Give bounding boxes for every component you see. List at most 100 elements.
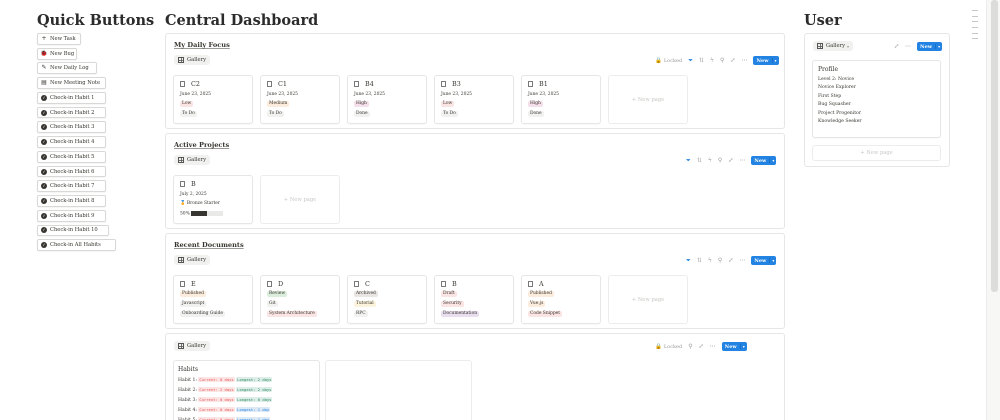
outline-ticks[interactable] (972, 10, 978, 44)
focus-card[interactable]: B3 June 23, 2025 Low To Do (434, 75, 514, 124)
sort-icon[interactable]: ⇅ (697, 257, 702, 264)
projects-toolbar: ⏷ ⇅ ϟ ⚲ ⤢ ⋯ New ▾ (680, 156, 777, 165)
search-icon[interactable]: ⚲ (718, 257, 722, 264)
quick-button[interactable]: ✓ Check-in Habit 7 (37, 180, 107, 193)
expand-icon[interactable]: ⤢ (728, 257, 733, 264)
lightning-icon[interactable]: ϟ (708, 157, 712, 164)
more-icon[interactable]: ⋯ (741, 57, 747, 64)
new-page-card[interactable] (325, 360, 472, 420)
quick-button[interactable]: ✓ Check-in Habit 4 (37, 136, 107, 148)
locked-indicator[interactable]: 🔒 Locked (655, 344, 682, 350)
profile-item: Bug Squasher (818, 102, 851, 108)
chevron-down-icon[interactable]: ▾ (935, 44, 942, 49)
new-page-card[interactable]: + New page (812, 145, 941, 161)
search-icon[interactable]: ⚲ (720, 57, 724, 64)
new-button[interactable]: New ▾ (751, 156, 777, 165)
new-button[interactable]: New ▾ (721, 342, 747, 351)
tech-tag: Tutorial (354, 301, 376, 307)
quick-button[interactable]: ▤ New Meeting Note (37, 77, 107, 89)
gallery-view-tab[interactable]: Gallery (174, 155, 211, 165)
locked-indicator[interactable]: 🔒 Locked (655, 58, 682, 64)
document-card[interactable]: B Draft Security Documentation (434, 275, 514, 324)
card-title: A (528, 280, 544, 288)
project-card[interactable]: B July 2, 2025 🏅 Bronze Starter 50% (173, 175, 253, 224)
lightning-icon[interactable]: ϟ (710, 57, 714, 64)
priority-tag: Low (441, 101, 455, 107)
new-page-card[interactable]: + New page (608, 75, 688, 124)
expand-icon[interactable]: ⤢ (730, 57, 735, 64)
card-title: B3 (441, 80, 461, 88)
focus-card[interactable]: B1 June 23, 2025 High Done (521, 75, 601, 124)
progress-label: 50% (180, 211, 190, 217)
more-icon[interactable]: ⋯ (739, 157, 745, 164)
document-card[interactable]: D Review Git System Architecture (260, 275, 340, 324)
new-button[interactable]: New ▾ (751, 256, 777, 265)
quick-button[interactable]: ✎ New Daily Log (37, 62, 97, 75)
quick-buttons-heading: Quick Buttons (37, 12, 155, 29)
filter-icon[interactable]: ⏷ (686, 157, 691, 164)
more-icon[interactable]: ⋯ (905, 43, 911, 50)
daily-focus-title[interactable]: My Daily Focus (174, 41, 230, 49)
filter-icon[interactable]: ⏷ (686, 257, 691, 264)
profile-item: Project Progenitor (818, 110, 862, 116)
sort-icon[interactable]: ⇅ (697, 157, 702, 164)
quick-button[interactable]: ✓ Check-in Habit 3 (37, 121, 107, 134)
search-icon[interactable]: ⚲ (688, 343, 692, 350)
focus-card[interactable]: B4 June 23, 2025 High Done (347, 75, 427, 124)
documents-toolbar: ⏷ ⇅ ϟ ⚲ ⤢ ⋯ New ▾ (680, 256, 777, 265)
lightning-icon[interactable]: ϟ (708, 257, 712, 264)
new-button[interactable]: New ▾ (917, 42, 943, 51)
recent-documents-title[interactable]: Recent Documents (174, 241, 244, 249)
profile-card[interactable]: Profile Level 2: Novice Novice Explorer Fi… (812, 60, 941, 138)
chevron-down-icon[interactable]: ▾ (739, 344, 747, 349)
new-page-card[interactable]: + New page (260, 175, 340, 224)
chevron-down-icon[interactable]: ▾ (769, 258, 776, 263)
card-line: Done (528, 111, 544, 117)
quick-button[interactable]: ✓ Check-in Habit 10 (37, 224, 110, 237)
new-page-card[interactable]: + New page (608, 275, 688, 324)
search-icon[interactable]: ⚲ (718, 157, 722, 164)
tech-tag: Security (441, 301, 464, 307)
quick-button[interactable]: ✓ Check-in Habit 1 (37, 91, 107, 104)
chevron-down-icon[interactable]: ▾ (769, 158, 776, 163)
habits-card-title: Habits (178, 366, 199, 373)
document-card[interactable]: C Archived Tutorial RPC (347, 275, 427, 324)
new-button[interactable]: New ▾ (753, 56, 779, 65)
expand-icon[interactable]: ⤢ (894, 43, 899, 50)
page-icon (267, 80, 272, 88)
quick-button[interactable]: ✓ Check-in Habit 9 (37, 209, 107, 222)
expand-icon[interactable]: ⤢ (728, 157, 733, 164)
habits-card[interactable]: Habits Habit 1: Current: 0 days Longest:… (173, 360, 320, 420)
document-card[interactable]: A Published Vue.js Code Snippet (521, 275, 601, 324)
more-icon[interactable]: ⋯ (710, 343, 716, 350)
habit-label: Habit 1: (178, 378, 197, 383)
habit-label: Habit 3: (178, 398, 197, 403)
filter-icon[interactable]: ⏷ (688, 57, 693, 64)
focus-card[interactable]: C2 June 23, 2025 Low To Do (173, 75, 253, 124)
habit-row: Habit 3: Current: 0 days Longest: 0 days (178, 397, 273, 403)
gallery-view-tab[interactable]: Gallery (174, 55, 211, 65)
gallery-view-tab[interactable]: Gallery (174, 255, 211, 265)
scrollbar-thumb[interactable] (991, 0, 998, 292)
more-icon[interactable]: ⋯ (739, 257, 745, 264)
quick-button-label: Check-in Habit 6 (50, 168, 95, 175)
quick-button[interactable]: ✓ Check-in Habit 8 (37, 195, 107, 207)
sort-icon[interactable]: ⇅ (699, 57, 704, 64)
gallery-view-tab[interactable]: Gallery (174, 341, 211, 351)
active-projects-title[interactable]: Active Projects (174, 141, 229, 149)
card-line: Low (441, 101, 455, 107)
quick-button[interactable]: ✓ Check-in Habit 5 (37, 150, 107, 163)
document-card[interactable]: E Published Javascript Onboarding Guide (173, 275, 253, 324)
quick-button[interactable]: + New Task (37, 33, 81, 45)
vertical-scrollbar[interactable] (986, 0, 1000, 420)
quick-button[interactable]: ✓ Check-in All Habits (37, 239, 116, 252)
quick-button[interactable]: ✓ Check-in Habit 6 (37, 165, 107, 178)
focus-card[interactable]: C1 June 23, 2025 Medium To Do (260, 75, 340, 124)
habit-current: Current: 0 days (198, 397, 235, 402)
gallery-view-tab[interactable]: Gallery ▾ (813, 41, 854, 51)
expand-icon[interactable]: ⤢ (699, 343, 704, 350)
quick-button-label: Check-in Habit 4 (50, 139, 95, 146)
chevron-down-icon[interactable]: ▾ (771, 58, 779, 63)
quick-button[interactable]: 🐞 New Bug (37, 47, 78, 60)
quick-button[interactable]: ✓ Check-in Habit 2 (37, 106, 107, 119)
